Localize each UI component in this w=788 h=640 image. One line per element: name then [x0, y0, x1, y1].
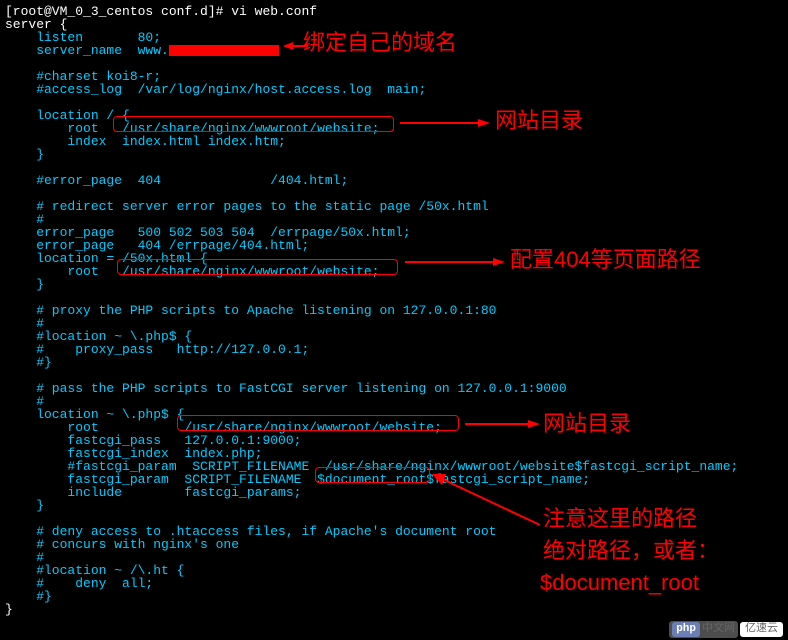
index-line: index index.html index.htm;	[5, 134, 286, 149]
server-close: }	[5, 602, 13, 617]
include-line: include fastcgi_params;	[5, 485, 301, 500]
error-page-404-line: #error_page 404 /404.html;	[5, 173, 348, 188]
fastcgi-param2-suffix: $fastcgi_script_name;	[426, 472, 590, 487]
fastcgi-param2-var: $document_root	[317, 472, 426, 487]
redacted-domain	[169, 45, 279, 56]
watermark-php: php	[672, 622, 700, 637]
watermark-phpcn: 中文网	[702, 624, 735, 635]
root2-path: /usr/share/nginx/wwwroot/website;	[122, 264, 379, 279]
terminal-output: [root@VM_0_3_centos conf.d]# vi web.conf…	[5, 5, 783, 616]
access-log-line: #access_log /var/log/nginx/host.access.l…	[5, 82, 426, 97]
watermark-yisu: 亿速云	[740, 622, 783, 637]
proxy-comment: # proxy the PHP scripts to Apache listen…	[5, 303, 496, 318]
redirect-comment: # redirect server error pages to the sta…	[5, 199, 489, 214]
watermark: php中文网 亿速云	[669, 621, 783, 638]
server-name-prefix: server_name www.	[5, 43, 169, 58]
fastcgi-comment: # pass the PHP scripts to FastCGI server…	[5, 381, 567, 396]
